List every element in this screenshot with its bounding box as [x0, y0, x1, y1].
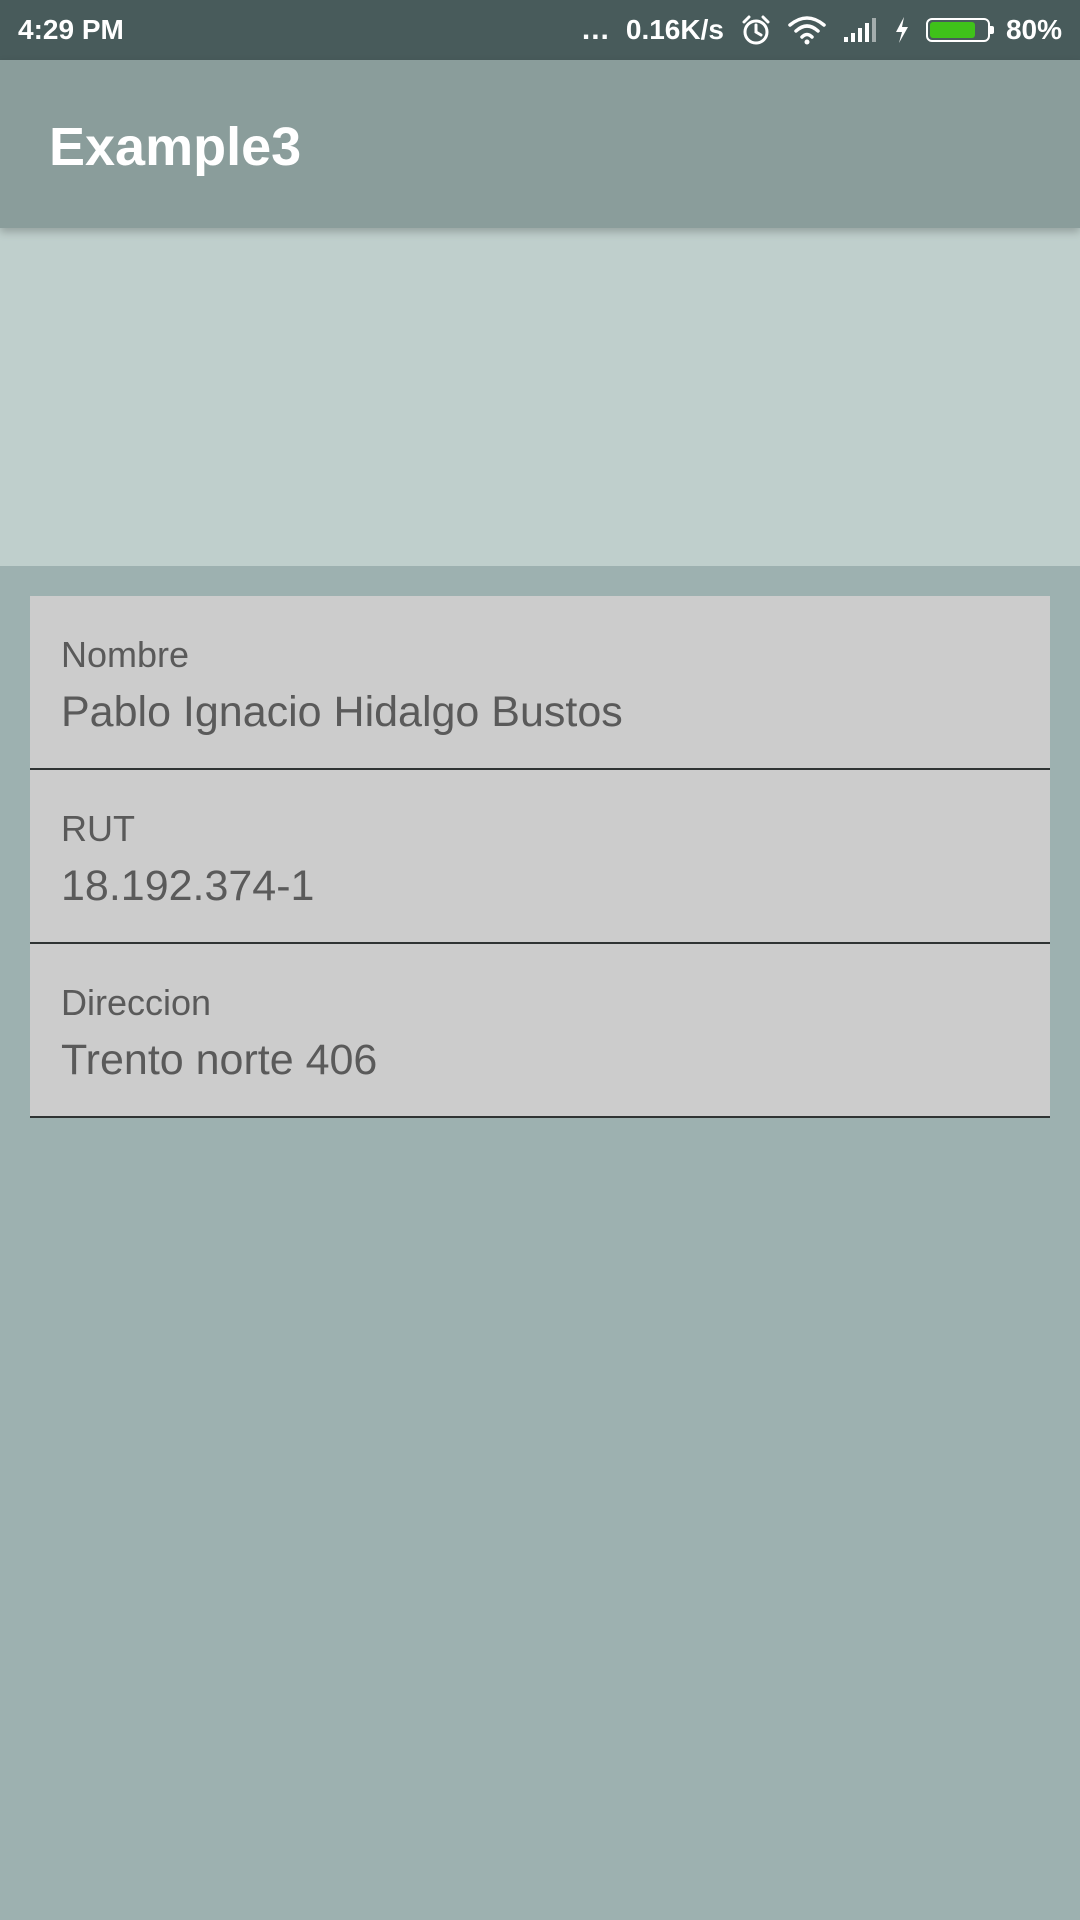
- battery-percent: 80%: [1005, 14, 1062, 45]
- page-title: Example3: [49, 117, 302, 177]
- nombre-label: Nombre: [61, 634, 190, 675]
- battery-fill: [929, 22, 975, 38]
- wifi-icon: [788, 15, 826, 45]
- direccion-field[interactable]: Direccion Trento norte 406: [30, 944, 1050, 1118]
- charging-icon: [894, 16, 910, 44]
- alarm-icon: [740, 14, 772, 46]
- form-card: Nombre Pablo Ignacio Hidalgo Bustos RUT …: [30, 596, 1050, 1118]
- header-panel: [0, 228, 1080, 566]
- nombre-field[interactable]: Nombre Pablo Ignacio Hidalgo Bustos: [30, 596, 1050, 770]
- battery-icon: [925, 18, 994, 42]
- app-bar: Example3: [0, 60, 1080, 228]
- direccion-label: Direccion: [61, 982, 212, 1023]
- signal-icon: [842, 17, 878, 43]
- more-dots: ...: [581, 13, 610, 46]
- net-speed: 0.16K/s: [625, 14, 724, 45]
- rut-label: RUT: [61, 808, 135, 849]
- status-time: 4:29 PM: [18, 14, 124, 45]
- status-bar: 4:29 PM ... 0.16K/s 80%: [0, 0, 1080, 60]
- direccion-value: Trento norte 406: [61, 1036, 378, 1084]
- nombre-value: Pablo Ignacio Hidalgo Bustos: [61, 688, 623, 736]
- rut-field[interactable]: RUT 18.192.374-1: [30, 770, 1050, 944]
- status-icons: ... 0.16K/s 80%: [582, 13, 1062, 47]
- rut-value: 18.192.374-1: [61, 862, 315, 910]
